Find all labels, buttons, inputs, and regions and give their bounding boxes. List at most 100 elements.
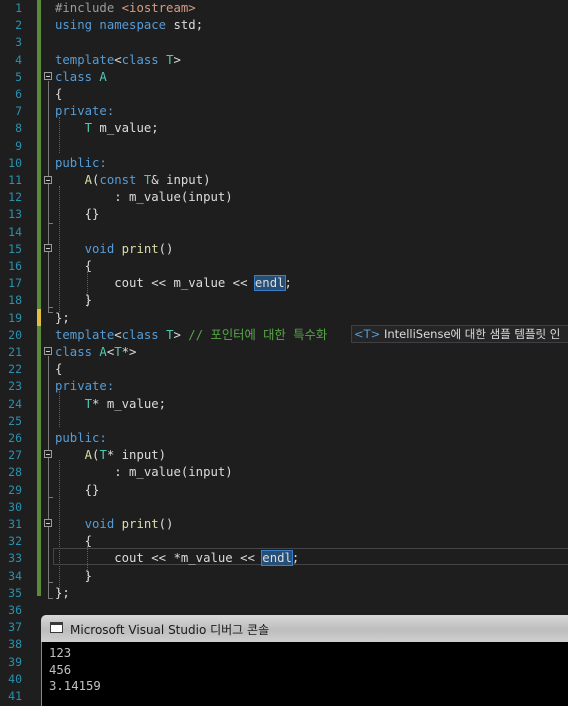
code-text: () bbox=[158, 517, 174, 531]
code-text: *> bbox=[121, 345, 137, 359]
collapse-print-icon[interactable] bbox=[44, 244, 52, 252]
template-parameter-tag: <T> bbox=[354, 327, 381, 341]
console-window-icon bbox=[50, 622, 63, 633]
fold-guide bbox=[48, 459, 49, 497]
access-specifier: private: bbox=[55, 104, 115, 119]
line-number: 34 bbox=[8, 568, 22, 583]
line-number: 14 bbox=[8, 224, 22, 239]
code-line-1[interactable]: #include <iostream> bbox=[55, 0, 196, 17]
code-line-24[interactable]: T* m_value; bbox=[55, 396, 166, 413]
code-line-33[interactable]: cout << *m_value << endl; bbox=[55, 550, 299, 567]
keyword: using bbox=[55, 18, 93, 33]
type-name: T bbox=[55, 121, 93, 136]
code-line-8[interactable]: T m_value; bbox=[55, 120, 159, 137]
console-output-line: 456 bbox=[49, 662, 72, 677]
code-line-5[interactable]: class A bbox=[55, 69, 107, 86]
type-name: T bbox=[114, 345, 122, 359]
code-line-11[interactable]: A(const T& input) bbox=[55, 172, 211, 189]
code-text: std; bbox=[166, 18, 204, 33]
code-text: {} bbox=[55, 482, 100, 497]
line-number: 6 bbox=[15, 87, 22, 101]
line-number: 27 bbox=[8, 448, 22, 463]
code-line-19[interactable]: }; bbox=[55, 310, 70, 327]
code-line-4[interactable]: template<class T> bbox=[55, 52, 181, 69]
code-line-34[interactable]: } bbox=[55, 568, 92, 585]
code-line-27[interactable]: A(T* input) bbox=[55, 447, 166, 464]
code-line-31[interactable]: void print() bbox=[55, 516, 174, 533]
code-line-12[interactable]: : m_value(input) bbox=[55, 189, 232, 206]
code-line-28[interactable]: : m_value(input) bbox=[55, 464, 232, 481]
code-line-26[interactable]: public: bbox=[55, 430, 107, 447]
code-line-21[interactable]: class A<T*> bbox=[55, 344, 136, 361]
keyword: class bbox=[55, 345, 93, 359]
line-number: 39 bbox=[8, 654, 22, 669]
console-title: Microsoft Visual Studio 디버그 콘솔 bbox=[70, 623, 270, 637]
type-name: T bbox=[136, 173, 152, 187]
code-editor[interactable]: 1 2 3 4 5 6 7 8 9 10 11 12 13 14 15 16 17 18 19 20 21 22 23 24 2… bbox=[0, 0, 568, 706]
code-line-10[interactable]: public: bbox=[55, 155, 107, 172]
line-number: 11 bbox=[8, 173, 22, 187]
collapse-class-a-icon[interactable] bbox=[44, 72, 52, 80]
line-number: 18 bbox=[8, 293, 22, 308]
line-number: 5 bbox=[15, 69, 22, 84]
code-text: * m_value; bbox=[92, 396, 167, 411]
debug-console-window[interactable]: Microsoft Visual Studio 디버그 콘솔 123 456 3… bbox=[41, 615, 568, 706]
code-line-7[interactable]: private: bbox=[55, 103, 114, 120]
line-number: 16 bbox=[8, 259, 22, 273]
console-title-bar[interactable]: Microsoft Visual Studio 디버그 콘솔 bbox=[41, 615, 568, 642]
keyword: const bbox=[99, 173, 137, 187]
code-line-23[interactable]: private: bbox=[55, 378, 114, 395]
fold-guide bbox=[48, 528, 49, 582]
console-output-area[interactable]: 123 456 3.14159 bbox=[41, 642, 568, 706]
fold-guide-end bbox=[48, 582, 53, 583]
line-number: 3 bbox=[15, 35, 22, 50]
code-line-2[interactable]: using namespace std; bbox=[55, 17, 203, 34]
highlighted-identifier[interactable]: endl bbox=[261, 550, 293, 567]
collapse-constructor-icon[interactable] bbox=[44, 176, 52, 184]
fold-guide-end bbox=[48, 598, 53, 599]
line-number: 22 bbox=[8, 362, 22, 377]
line-number: 15 bbox=[8, 241, 22, 256]
code-line-35[interactable]: }; bbox=[55, 585, 70, 602]
line-number: 31 bbox=[8, 517, 22, 531]
code-line-20[interactable]: template<class T> // 포인터에 대한 특수화 bbox=[55, 327, 327, 344]
function-name: A bbox=[55, 173, 93, 187]
intellisense-template-hint[interactable]: <T> IntelliSense에 대한 샘플 템플릿 인 bbox=[351, 325, 568, 343]
console-output-line: 3.14159 bbox=[49, 679, 101, 693]
code-line-22[interactable]: { bbox=[55, 361, 62, 378]
code-text: {} bbox=[55, 207, 100, 222]
code-line-29[interactable]: {} bbox=[55, 482, 100, 499]
code-line-13[interactable]: {} bbox=[55, 206, 100, 223]
type-name: A bbox=[92, 69, 107, 84]
line-number: 1 bbox=[15, 1, 22, 15]
function-name: print bbox=[114, 241, 159, 256]
collapse-print-icon[interactable] bbox=[44, 519, 52, 527]
line-number: 25 bbox=[8, 413, 22, 428]
keyword: void bbox=[55, 517, 115, 531]
keyword: template bbox=[55, 327, 115, 342]
code-line-32[interactable]: { bbox=[55, 533, 92, 550]
code-line-15[interactable]: void print() bbox=[55, 241, 174, 258]
code-text: ; bbox=[291, 551, 300, 566]
line-number: 29 bbox=[8, 482, 22, 497]
code-line-6[interactable]: { bbox=[55, 86, 62, 103]
highlighted-identifier[interactable]: endl bbox=[253, 275, 286, 292]
code-text: } bbox=[55, 293, 93, 308]
function-name: print bbox=[114, 517, 159, 531]
keyword: class bbox=[55, 69, 93, 84]
keyword: namespace bbox=[92, 18, 167, 33]
hint-text: IntelliSense에 대한 샘플 템플릿 인 bbox=[380, 327, 561, 341]
code-text: cout << m_value << bbox=[55, 276, 255, 291]
code-line-17[interactable]: cout << m_value << endl; bbox=[55, 275, 292, 292]
type-name: A bbox=[92, 345, 107, 359]
collapse-class-a-specialization-icon[interactable] bbox=[44, 347, 52, 355]
code-text: }; bbox=[55, 310, 70, 325]
code-line-18[interactable]: } bbox=[55, 292, 92, 309]
line-number: 9 bbox=[15, 138, 22, 153]
code-text: < bbox=[114, 52, 122, 67]
fold-guide-end bbox=[48, 497, 53, 498]
code-line-16[interactable]: { bbox=[55, 258, 92, 275]
line-number: 23 bbox=[8, 379, 22, 394]
code-text: () bbox=[158, 241, 174, 256]
collapse-constructor-icon[interactable] bbox=[44, 450, 52, 458]
